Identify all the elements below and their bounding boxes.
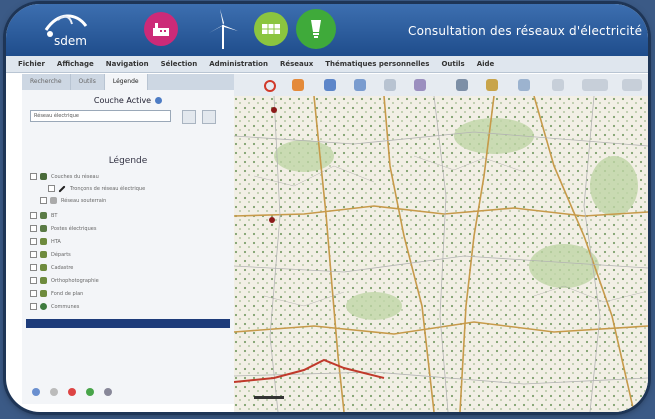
legend-item-label: Départs	[51, 251, 71, 258]
layer-symbol-icon	[40, 251, 47, 258]
substation-marker[interactable]	[271, 107, 277, 113]
checkbox[interactable]	[30, 173, 37, 180]
delete-icon[interactable]	[68, 388, 76, 396]
settings-icon[interactable]	[104, 388, 112, 396]
legend-item[interactable]: Communes	[30, 302, 79, 311]
menu-aide[interactable]: Aide	[477, 60, 495, 68]
couche-active-label: Couche Active	[93, 96, 152, 105]
pan-icon[interactable]	[384, 79, 396, 91]
layer-symbol-icon	[40, 225, 47, 232]
menu-thematiques[interactable]: Thématiques personnelles	[325, 60, 429, 68]
factory-icon[interactable]	[144, 12, 178, 46]
legend-item-label: Réseau souterrain	[61, 197, 107, 204]
app-window: sdem Consultation des réseaux d'électric…	[6, 4, 648, 412]
legend-item-label: Communes	[51, 303, 80, 310]
checkbox[interactable]	[30, 212, 37, 219]
add-layer-icon[interactable]	[32, 388, 40, 396]
scale-bar	[254, 396, 284, 399]
line-symbol-icon	[58, 184, 66, 193]
tab-recherche[interactable]: Recherche	[22, 74, 71, 90]
legend-item-label: Cadastre	[51, 264, 74, 271]
legend-item[interactable]: Fond de plan	[30, 289, 83, 298]
app-header: sdem Consultation des réseaux d'électric…	[6, 4, 648, 56]
couche-active-heading: Couche Active	[22, 96, 234, 105]
identify-icon[interactable]	[414, 79, 426, 91]
legend-item-label: HTA	[51, 238, 61, 245]
zoom-out-icon[interactable]	[354, 79, 366, 91]
layer-symbol-icon	[40, 173, 47, 180]
legend-item-label: Fond de plan	[51, 290, 84, 297]
menu-affichage[interactable]: Affichage	[57, 60, 94, 68]
map-toolbar	[234, 74, 648, 97]
legend-item[interactable]: Tronçons de réseau électrique	[48, 184, 145, 193]
panel-tabs: Recherche Outils Légende	[22, 74, 234, 90]
bulb-icon[interactable]	[296, 9, 336, 49]
pencil-icon[interactable]	[486, 79, 498, 91]
layer-symbol-icon	[40, 212, 47, 219]
stop-icon[interactable]	[264, 80, 276, 92]
scale-select[interactable]	[582, 79, 608, 91]
layer-symbol-icon	[40, 277, 47, 284]
measure-icon[interactable]	[456, 79, 468, 91]
checkbox[interactable]	[30, 264, 37, 271]
menu-selection[interactable]: Sélection	[161, 60, 198, 68]
print-icon[interactable]	[518, 79, 530, 91]
zoom-select[interactable]	[622, 79, 642, 91]
home-icon[interactable]	[292, 79, 304, 91]
legend-item[interactable]: Postes électriques	[30, 224, 96, 233]
legend-title: Légende	[108, 156, 148, 166]
menu-fichier[interactable]: Fichier	[18, 60, 45, 68]
refresh-icon[interactable]	[86, 388, 94, 396]
legend-item[interactable]: Orthophotographie	[30, 276, 99, 285]
legend-item-label: BT	[51, 212, 58, 219]
app-title: Consultation des réseaux d'électricité	[408, 24, 643, 38]
active-layer-select[interactable]: Réseau électrique	[30, 110, 171, 122]
menu-outils[interactable]: Outils	[441, 60, 464, 68]
tab-legende[interactable]: Légende	[104, 74, 148, 90]
checkbox[interactable]	[48, 185, 55, 192]
layer-symbol-icon	[40, 264, 47, 271]
layer-symbol-icon	[40, 290, 47, 297]
menu-navigation[interactable]: Navigation	[106, 60, 149, 68]
map-canvas[interactable]	[234, 96, 648, 412]
solar-panel-icon[interactable]	[254, 12, 288, 46]
wind-turbine-icon[interactable]	[206, 9, 240, 49]
legend-item[interactable]: Couches du réseau	[30, 172, 99, 181]
legend-item[interactable]: Réseau souterrain	[40, 196, 106, 205]
layer-symbol-icon	[40, 238, 47, 245]
checkbox[interactable]	[30, 238, 37, 245]
checkbox[interactable]	[30, 251, 37, 258]
checkbox[interactable]	[30, 277, 37, 284]
substation-marker[interactable]	[269, 217, 275, 223]
menu-reseaux[interactable]: Réseaux	[280, 60, 313, 68]
legend-item[interactable]: HTA	[30, 237, 61, 246]
checkbox[interactable]	[30, 290, 37, 297]
remove-layer-icon[interactable]	[50, 388, 58, 396]
legend-item[interactable]: Départs	[30, 250, 71, 259]
panel-footer-icons	[32, 388, 112, 396]
export-icon[interactable]	[552, 79, 564, 91]
menu-bar: Fichier Affichage Navigation Sélection A…	[6, 56, 648, 73]
info-icon[interactable]	[155, 97, 163, 104]
logo-text: sdem	[54, 34, 87, 48]
menu-administration[interactable]: Administration	[209, 60, 268, 68]
legend-item-label: Orthophotographie	[51, 277, 99, 284]
legend-item[interactable]: BT	[30, 211, 57, 220]
legend-panel: Recherche Outils Légende Couche Active R…	[22, 74, 235, 404]
layer-info-button[interactable]	[202, 110, 216, 124]
layer-symbol-icon	[50, 197, 57, 204]
legend-item[interactable]: Cadastre	[30, 263, 73, 272]
legend-item-label: Tronçons de réseau électrique	[70, 185, 146, 192]
layer-settings-button[interactable]	[182, 110, 196, 124]
map-view[interactable]	[234, 96, 648, 412]
checkbox[interactable]	[30, 225, 37, 232]
selected-layer-row[interactable]	[26, 319, 230, 328]
layer-symbol-icon	[40, 303, 47, 310]
checkbox[interactable]	[40, 197, 47, 204]
checkbox[interactable]	[30, 303, 37, 310]
legend-item-label: Postes électriques	[51, 225, 97, 232]
zoom-in-icon[interactable]	[324, 79, 336, 91]
tab-outils[interactable]: Outils	[71, 74, 105, 90]
legend-item-label: Couches du réseau	[51, 173, 99, 180]
